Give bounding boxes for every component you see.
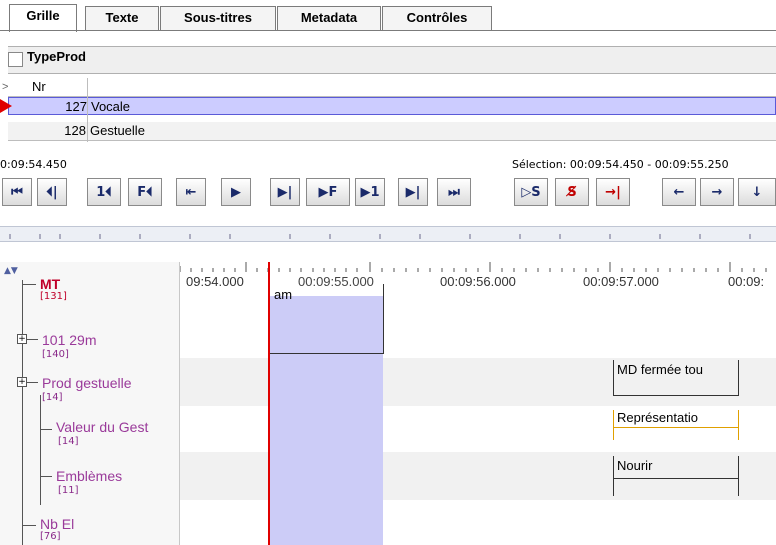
annotation-representation[interactable]: Représentatio — [617, 410, 698, 425]
row-value: Vocale — [91, 99, 131, 114]
overview-ticks — [9, 234, 751, 239]
tree-line — [40, 395, 41, 505]
selection-highlight — [269, 296, 383, 545]
annotation-boundary — [613, 360, 614, 396]
annotation-underline — [613, 427, 739, 428]
ruler-label: 09:54.000 — [186, 274, 244, 289]
tier-label-mt[interactable]: MT — [40, 276, 60, 292]
time-cursor[interactable] — [268, 262, 270, 545]
tab-grille[interactable]: Grille — [9, 4, 77, 32]
tab-bar: Grille Texte Sous-titres Metadata Contrô… — [0, 0, 776, 32]
tree-branch — [26, 339, 38, 340]
tier-label-nb-el[interactable]: Nb El — [40, 516, 74, 532]
selection-range: Sélection: 00:09:54.450 - 00:09:55.250 — [512, 158, 729, 171]
tree-line — [22, 280, 23, 545]
tier-label-prod-gestuelle[interactable]: Prod gestuelle — [42, 375, 132, 391]
right-arrow-button[interactable]: → — [700, 178, 734, 206]
tier-count-valeur-du-gest: [14] — [58, 436, 79, 447]
collapse-icon[interactable]: ▲▼ — [4, 266, 18, 276]
clear-selection-button[interactable]: S̸ — [555, 178, 589, 206]
row-value: Gestuelle — [90, 123, 145, 138]
tree-branch — [22, 284, 36, 285]
annotation-boundary — [613, 410, 614, 440]
annotation-boundary — [738, 456, 739, 496]
down-arrow-button[interactable]: ↓ — [738, 178, 776, 206]
annotation-nourir[interactable]: Nourir — [617, 458, 652, 473]
tree-branch — [40, 476, 52, 477]
annotation-underline — [269, 353, 384, 354]
table-row[interactable]: 128 Gestuelle — [8, 122, 776, 141]
annotation-boundary — [738, 360, 739, 396]
tier-count-emblemes: [11] — [58, 485, 79, 496]
back-one-second-button[interactable]: 1⏴ — [87, 178, 121, 206]
tree-branch — [40, 429, 52, 430]
tab-controles[interactable]: Contrôles — [382, 6, 492, 31]
previous-frame-button[interactable]: ⏴| — [37, 178, 67, 206]
tier-checkbox[interactable] — [8, 52, 23, 67]
column-divider — [87, 78, 88, 142]
tier-count-101-29m: [140] — [42, 349, 69, 360]
annotation-boundary — [738, 410, 739, 440]
forward-one-second-button[interactable]: ▶1 — [355, 178, 385, 206]
go-to-end-button[interactable]: ⏭ — [437, 178, 471, 206]
tab-texte[interactable]: Texte — [85, 6, 159, 31]
annotation-md-fermee[interactable]: MD fermée tou — [617, 362, 703, 377]
tier-name: TypeProd — [27, 49, 86, 64]
ruler-label: 00:09:55.000 — [298, 274, 374, 289]
next-frame-button[interactable]: ▶| — [398, 178, 428, 206]
row-nr: 128 — [64, 123, 86, 138]
grid-header-nr: Nr — [32, 79, 46, 94]
forward-frame-button[interactable]: ▶F — [306, 178, 350, 206]
tier-count-prod-gestuelle: [14] — [42, 392, 63, 403]
ruler-label: 00:09:56.000 — [440, 274, 516, 289]
tier-label-emblemes[interactable]: Emblèmes — [56, 468, 122, 484]
row-nr: 127 — [65, 99, 87, 114]
next-boundary-button[interactable]: ▶| — [270, 178, 300, 206]
tier-label-101-29m[interactable]: 101 29m — [42, 332, 96, 348]
selection-to-end-button[interactable]: →| — [596, 178, 630, 206]
ruler-label: 00:09:57.000 — [583, 274, 659, 289]
tab-divider — [0, 30, 776, 31]
annotation-am[interactable]: am — [274, 287, 292, 302]
tier-name-panel — [0, 262, 180, 545]
annotation-underline — [613, 395, 739, 396]
tier-count-mt: [131] — [40, 291, 67, 302]
back-frame-button[interactable]: F⏴ — [128, 178, 162, 206]
timeline-overview[interactable] — [0, 226, 776, 242]
annotation-underline — [613, 478, 739, 479]
play-selection-button[interactable]: ▷S — [514, 178, 548, 206]
go-to-selection-begin-button[interactable]: ⇤ — [176, 178, 206, 206]
tab-sous-titres[interactable]: Sous-titres — [160, 6, 276, 31]
annotation-boundary — [613, 456, 614, 496]
tree-branch — [22, 525, 36, 526]
current-row-arrow-icon — [0, 99, 12, 113]
tier-count-nb-el: [76] — [40, 531, 61, 542]
go-to-begin-button[interactable]: ⏮ — [2, 178, 32, 206]
grid-header-row: > Nr — [2, 78, 776, 97]
annotation-boundary — [383, 284, 384, 354]
table-row[interactable]: 127 Vocale — [8, 97, 776, 115]
left-arrow-button[interactable]: ← — [662, 178, 696, 206]
tier-label-valeur-du-gest[interactable]: Valeur du Gest — [56, 419, 148, 435]
row-marker-header: > — [2, 81, 9, 93]
tree-branch — [26, 382, 38, 383]
ruler-label: 00:09: — [728, 274, 765, 289]
tab-metadata[interactable]: Metadata — [277, 6, 381, 31]
play-button[interactable]: ▶ — [221, 178, 251, 206]
tier-header-row — [8, 46, 776, 74]
current-time: 0:09:54.450 — [0, 158, 67, 171]
